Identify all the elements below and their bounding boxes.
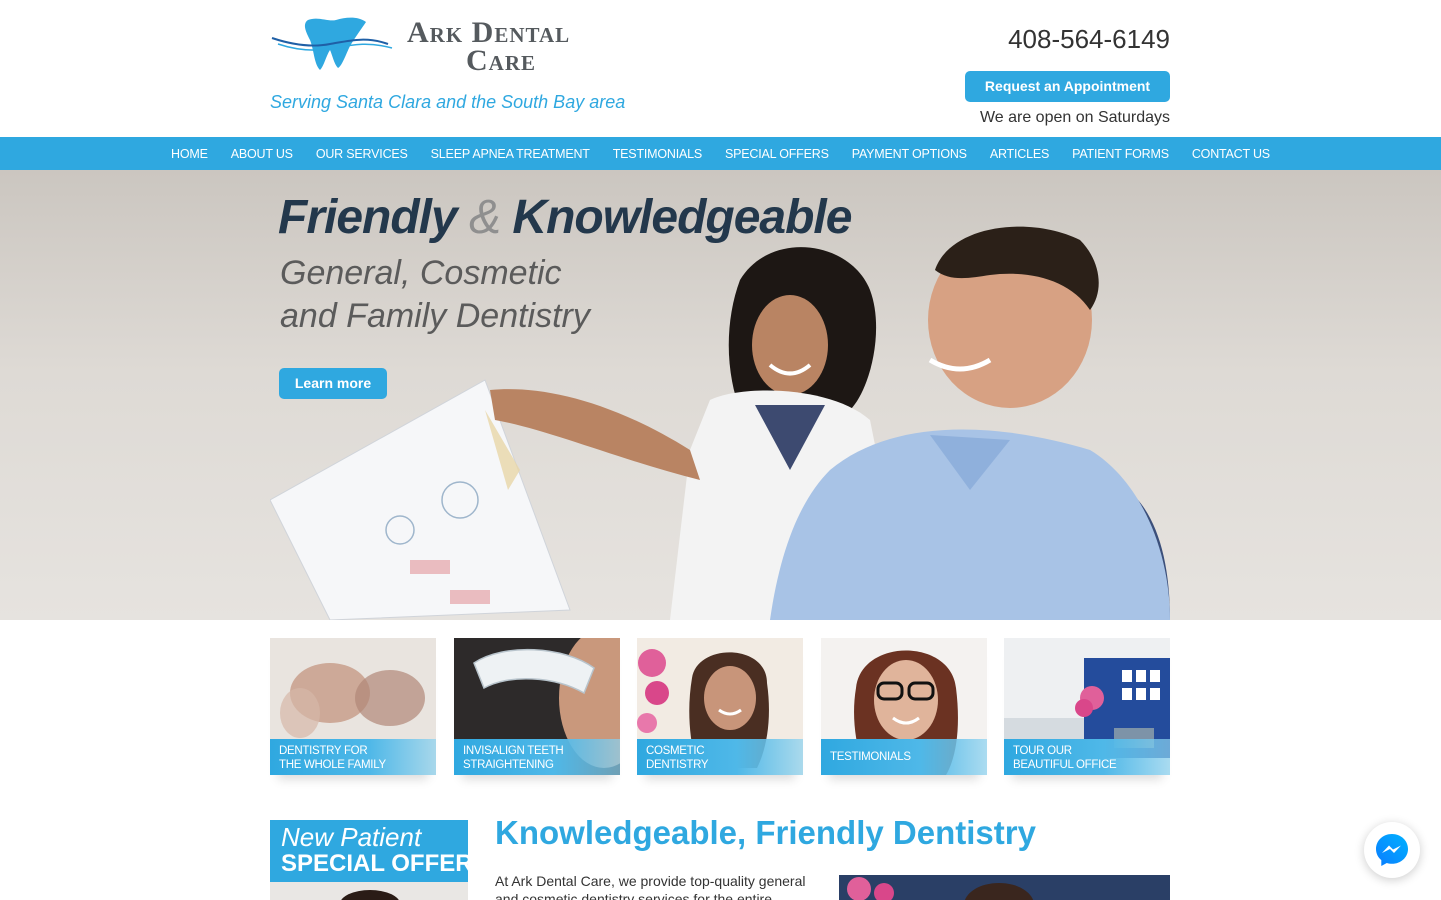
- nav-item-articles[interactable]: ARTICLES: [978, 147, 1060, 161]
- new-patient-offer[interactable]: New Patient SPECIAL OFFER: [270, 820, 468, 900]
- nav-item-about-us[interactable]: ABOUT US: [219, 147, 304, 161]
- hero-title-part2: Knowledgeable: [512, 191, 852, 244]
- logo-text-line2: Care: [466, 44, 537, 77]
- messenger-icon: [1376, 834, 1408, 866]
- tile-testimonials[interactable]: Testimonials: [821, 638, 987, 775]
- tile-office-tour[interactable]: Tour our beautiful office: [1004, 638, 1170, 775]
- nav-list: HOME ABOUT US OUR SERVICES SLEEP APNEA T…: [0, 137, 1441, 170]
- tagline: Serving Santa Clara and the South Bay ar…: [270, 92, 626, 112]
- main-paragraph: At Ark Dental Care, we provide top-quali…: [495, 873, 806, 900]
- tile-caption-line2: the whole family: [279, 759, 386, 771]
- tile-caption: Testimonials: [821, 739, 987, 775]
- tile-caption-line2: straightening: [463, 759, 554, 771]
- tile-caption-line1: Cosmetic: [646, 745, 705, 757]
- nav-item-special-offers[interactable]: SPECIAL OFFERS: [714, 147, 841, 161]
- nav-item-home[interactable]: HOME: [160, 147, 220, 161]
- main-heading: Knowledgeable, Friendly Dentistry: [495, 814, 1036, 851]
- nav-item-our-services[interactable]: OUR SERVICES: [304, 147, 419, 161]
- nav-item-testimonials[interactable]: TESTIMONIALS: [601, 147, 713, 161]
- hero-title-amp: &: [469, 191, 501, 244]
- tile-invisalign[interactable]: Invisalign teeth straightening: [454, 638, 620, 775]
- tile-caption: Cosmetic Dentistry: [637, 739, 803, 775]
- hero-title-part1: Friendly: [278, 191, 458, 244]
- tile-caption-line1: Testimonials: [830, 751, 911, 763]
- nav-item-contact-us[interactable]: CONTACT US: [1180, 147, 1281, 161]
- tooth-wave-icon: [271, 17, 393, 71]
- tile-cosmetic-dentistry[interactable]: Cosmetic Dentistry: [637, 638, 803, 775]
- tile-caption: Invisalign teeth straightening: [454, 739, 620, 775]
- hero-title: Friendly & Knowledgeable: [278, 190, 852, 245]
- phone-number[interactable]: 408-564-6149: [1008, 24, 1170, 55]
- tile-caption-line1: Dentistry for: [279, 745, 368, 757]
- logo[interactable]: Ark Dental Care: [270, 14, 625, 77]
- open-saturdays-note: We are open on Saturdays: [979, 109, 1170, 126]
- tile-family-dentistry[interactable]: Dentistry for the whole family: [270, 638, 436, 775]
- messenger-chat-button[interactable]: [1364, 822, 1420, 878]
- offer-photo: [270, 882, 468, 900]
- hero-subtitle-line2: and Family Dentistry: [280, 297, 590, 335]
- hero-banner: Friendly & Knowledgeable General, Cosmet…: [0, 170, 1441, 620]
- tile-caption: Tour our beautiful office: [1004, 739, 1170, 775]
- tile-caption: Dentistry for the whole family: [270, 739, 436, 775]
- nav-item-patient-forms[interactable]: PATIENT FORMS: [1061, 147, 1181, 161]
- nav-item-sleep-apnea[interactable]: SLEEP APNEA TREATMENT: [419, 147, 601, 161]
- tile-caption-line1: Invisalign teeth: [463, 745, 564, 757]
- main-photo: [839, 875, 1170, 900]
- site-header: Ark Dental Care Serving Santa Clara and …: [0, 0, 1441, 137]
- nav-item-payment-options[interactable]: PAYMENT OPTIONS: [840, 147, 978, 161]
- main-nav: HOME ABOUT US OUR SERVICES SLEEP APNEA T…: [0, 137, 1441, 170]
- offer-line1: New Patient: [281, 822, 422, 852]
- service-tiles: Dentistry for the whole family Invisalig…: [270, 638, 1170, 798]
- tile-caption-line1: Tour our: [1013, 745, 1072, 757]
- offer-line2: SPECIAL OFFER: [281, 850, 468, 877]
- request-appointment-button[interactable]: Request an Appointment: [965, 71, 1170, 102]
- tile-caption-line2: Dentistry: [646, 759, 709, 771]
- tile-caption-line2: beautiful office: [1013, 759, 1117, 771]
- hero-subtitle-line1: General, Cosmetic: [280, 254, 562, 292]
- learn-more-button[interactable]: Learn more: [279, 368, 387, 399]
